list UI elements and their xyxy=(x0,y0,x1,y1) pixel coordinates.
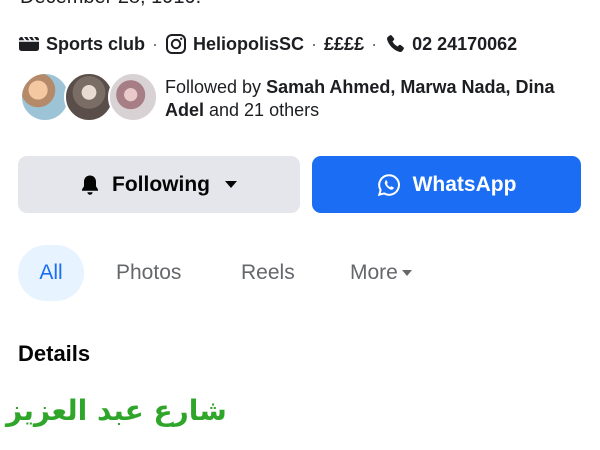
date-line: December 28, 1910. xyxy=(20,0,201,9)
following-button[interactable]: Following xyxy=(18,156,300,213)
profile-tabs: All Photos Reels More xyxy=(18,245,588,301)
followers-suffix: and 21 others xyxy=(204,100,320,120)
separator: · xyxy=(311,33,318,54)
video-camera-icon xyxy=(18,35,40,53)
whatsapp-button[interactable]: WhatsApp xyxy=(312,156,581,213)
bell-icon xyxy=(80,174,100,196)
phone-icon xyxy=(384,33,406,55)
avatar xyxy=(64,72,114,122)
avatar xyxy=(20,72,70,122)
followers-summary[interactable]: Followed by Samah Ahmed, Marwa Nada, Din… xyxy=(20,72,590,126)
details-heading: Details xyxy=(18,341,91,366)
separator: · xyxy=(152,33,159,54)
tab-reels[interactable]: Reels xyxy=(241,245,295,301)
caret-down-icon xyxy=(401,269,413,277)
followers-text: Followed by Samah Ahmed, Marwa Nada, Din… xyxy=(165,76,590,122)
separator: · xyxy=(371,33,378,54)
follower-avatars xyxy=(20,72,162,124)
caret-down-icon xyxy=(224,180,238,189)
watermark-text: شارع عبد العزيز xyxy=(6,394,227,427)
tab-more-label: More xyxy=(350,261,398,284)
price-range: ££££ xyxy=(324,33,365,54)
info-row: Sports club · HeliopolisSC · ££££ · 02 2… xyxy=(18,30,517,58)
category-label: Sports club xyxy=(46,33,146,54)
whatsapp-icon xyxy=(377,173,401,197)
tab-photos[interactable]: Photos xyxy=(116,245,181,301)
tab-more[interactable]: More xyxy=(350,245,413,301)
whatsapp-label: WhatsApp xyxy=(412,172,517,196)
instagram-icon xyxy=(165,33,187,55)
avatar xyxy=(108,72,158,122)
phone-number[interactable]: 02 24170062 xyxy=(412,34,517,55)
followers-prefix: Followed by xyxy=(165,77,267,97)
tab-all[interactable]: All xyxy=(18,245,84,301)
following-label: Following xyxy=(112,172,210,196)
instagram-handle[interactable]: HeliopolisSC xyxy=(193,34,304,55)
